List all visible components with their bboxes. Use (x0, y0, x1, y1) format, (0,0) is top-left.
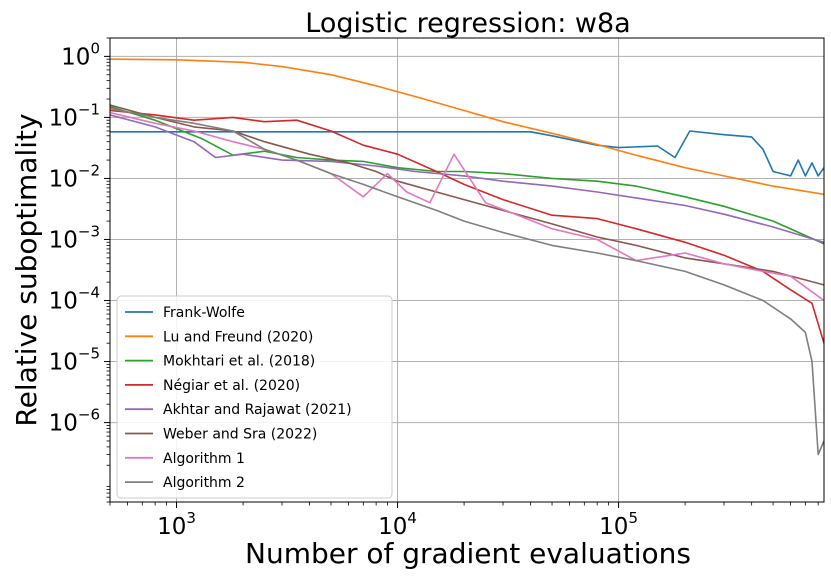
y-axis: 100 10−1 10−2 10−3 10−4 10−5 10−6 (49, 37, 110, 503)
x-axis: 103 104 105 (109, 502, 819, 540)
y-tick-label: 10−6 (49, 406, 100, 437)
legend-label: Lu and Freund (2020) (163, 329, 313, 345)
legend: Frank-Wolfe Lu and Freund (2020) Mokhtari … (116, 295, 393, 499)
x-axis-label: Number of gradient evaluations (245, 537, 691, 570)
legend-label: Frank-Wolfe (163, 305, 245, 321)
y-tick-label: 10−2 (49, 161, 100, 192)
x-tick-label: 104 (378, 509, 417, 540)
x-tick-label: 103 (157, 509, 196, 540)
chart-canvas: Logistic regression: w8a 103 104 105 10010… (10, 8, 825, 570)
y-tick-label: 10−5 (49, 345, 100, 376)
legend-box (116, 295, 393, 499)
y-axis-label: Relative suboptimality (10, 113, 43, 426)
x-tick-label: 105 (599, 509, 638, 540)
chart-title: Logistic regression: w8a (305, 8, 630, 39)
y-tick-label: 10−1 (49, 100, 100, 131)
y-tick-label: 10−3 (49, 222, 100, 253)
legend-label: Négiar et al. (2020) (163, 378, 300, 394)
legend-label: Algorithm 1 (163, 451, 245, 467)
legend-label: Weber and Sra (2022) (163, 427, 317, 443)
y-tick-label: 10−4 (49, 284, 100, 315)
series-line-algorithm-1 (110, 111, 824, 302)
legend-label: Mokhtari et al. (2018) (163, 354, 315, 370)
y-tick-label: 100 (61, 39, 100, 70)
legend-label: Akhtar and Rajawat (2021) (163, 402, 352, 418)
legend-label: Algorithm 2 (163, 475, 245, 491)
